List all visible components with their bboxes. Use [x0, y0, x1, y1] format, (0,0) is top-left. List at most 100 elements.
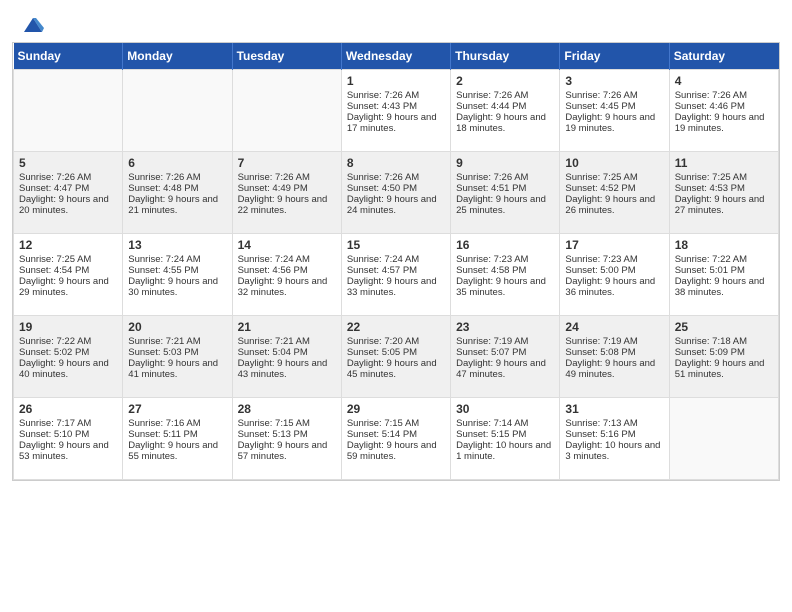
daylight-label: Daylight: 9 hours and 26 minutes. — [565, 194, 655, 216]
day-number: 16 — [456, 238, 554, 252]
sunrise-label: Sunrise: 7:15 AM — [347, 418, 419, 429]
sunset-label: Sunset: 5:14 PM — [347, 429, 417, 440]
sunrise-label: Sunrise: 7:23 AM — [456, 254, 528, 265]
sunset-label: Sunset: 5:04 PM — [238, 347, 308, 358]
day-cell-28: 28 Sunrise: 7:15 AM Sunset: 5:13 PM Dayl… — [232, 398, 341, 480]
day-number: 21 — [238, 320, 336, 334]
sunrise-label: Sunrise: 7:20 AM — [347, 336, 419, 347]
daylight-label: Daylight: 10 hours and 1 minute. — [456, 440, 551, 462]
calendar-header-row: SundayMondayTuesdayWednesdayThursdayFrid… — [14, 43, 779, 70]
day-cell-27: 27 Sunrise: 7:16 AM Sunset: 5:11 PM Dayl… — [123, 398, 232, 480]
day-number: 15 — [347, 238, 445, 252]
sunset-label: Sunset: 4:54 PM — [19, 265, 89, 276]
sunrise-label: Sunrise: 7:25 AM — [19, 254, 91, 265]
sunrise-label: Sunrise: 7:18 AM — [675, 336, 747, 347]
day-header-sunday: Sunday — [14, 43, 123, 70]
daylight-label: Daylight: 9 hours and 47 minutes. — [456, 358, 546, 380]
calendar-week-row: 1 Sunrise: 7:26 AM Sunset: 4:43 PM Dayli… — [14, 70, 779, 152]
day-number: 13 — [128, 238, 226, 252]
sunset-label: Sunset: 5:09 PM — [675, 347, 745, 358]
sunset-label: Sunset: 5:13 PM — [238, 429, 308, 440]
day-number: 4 — [675, 74, 773, 88]
sunset-label: Sunset: 5:15 PM — [456, 429, 526, 440]
sunset-label: Sunset: 4:46 PM — [675, 101, 745, 112]
sunrise-label: Sunrise: 7:19 AM — [565, 336, 637, 347]
sunset-label: Sunset: 5:05 PM — [347, 347, 417, 358]
day-number: 5 — [19, 156, 117, 170]
daylight-label: Daylight: 9 hours and 20 minutes. — [19, 194, 109, 216]
header — [0, 0, 792, 42]
day-header-tuesday: Tuesday — [232, 43, 341, 70]
daylight-label: Daylight: 9 hours and 19 minutes. — [675, 112, 765, 134]
day-number: 28 — [238, 402, 336, 416]
sunset-label: Sunset: 5:07 PM — [456, 347, 526, 358]
daylight-label: Daylight: 9 hours and 19 minutes. — [565, 112, 655, 134]
day-cell-26: 26 Sunrise: 7:17 AM Sunset: 5:10 PM Dayl… — [14, 398, 123, 480]
daylight-label: Daylight: 9 hours and 55 minutes. — [128, 440, 218, 462]
daylight-label: Daylight: 9 hours and 29 minutes. — [19, 276, 109, 298]
sunrise-label: Sunrise: 7:26 AM — [565, 90, 637, 101]
logo — [20, 16, 44, 32]
day-cell-5: 5 Sunrise: 7:26 AM Sunset: 4:47 PM Dayli… — [14, 152, 123, 234]
daylight-label: Daylight: 9 hours and 53 minutes. — [19, 440, 109, 462]
sunset-label: Sunset: 4:48 PM — [128, 183, 198, 194]
day-number: 27 — [128, 402, 226, 416]
sunrise-label: Sunrise: 7:26 AM — [456, 172, 528, 183]
day-number: 20 — [128, 320, 226, 334]
sunset-label: Sunset: 4:58 PM — [456, 265, 526, 276]
sunset-label: Sunset: 4:43 PM — [347, 101, 417, 112]
day-number: 14 — [238, 238, 336, 252]
day-header-monday: Monday — [123, 43, 232, 70]
day-number: 10 — [565, 156, 663, 170]
daylight-label: Daylight: 9 hours and 18 minutes. — [456, 112, 546, 134]
day-number: 11 — [675, 156, 773, 170]
daylight-label: Daylight: 9 hours and 17 minutes. — [347, 112, 437, 134]
day-cell-19: 19 Sunrise: 7:22 AM Sunset: 5:02 PM Dayl… — [14, 316, 123, 398]
day-number: 3 — [565, 74, 663, 88]
daylight-label: Daylight: 9 hours and 49 minutes. — [565, 358, 655, 380]
day-cell-9: 9 Sunrise: 7:26 AM Sunset: 4:51 PM Dayli… — [451, 152, 560, 234]
daylight-label: Daylight: 9 hours and 35 minutes. — [456, 276, 546, 298]
sunrise-label: Sunrise: 7:26 AM — [456, 90, 528, 101]
sunset-label: Sunset: 4:44 PM — [456, 101, 526, 112]
day-number: 23 — [456, 320, 554, 334]
day-cell-11: 11 Sunrise: 7:25 AM Sunset: 4:53 PM Dayl… — [669, 152, 778, 234]
daylight-label: Daylight: 9 hours and 45 minutes. — [347, 358, 437, 380]
sunrise-label: Sunrise: 7:26 AM — [19, 172, 91, 183]
sunset-label: Sunset: 5:01 PM — [675, 265, 745, 276]
day-cell-18: 18 Sunrise: 7:22 AM Sunset: 5:01 PM Dayl… — [669, 234, 778, 316]
day-cell-12: 12 Sunrise: 7:25 AM Sunset: 4:54 PM Dayl… — [14, 234, 123, 316]
sunset-label: Sunset: 4:56 PM — [238, 265, 308, 276]
sunset-label: Sunset: 4:53 PM — [675, 183, 745, 194]
sunrise-label: Sunrise: 7:24 AM — [347, 254, 419, 265]
day-number: 25 — [675, 320, 773, 334]
day-number: 7 — [238, 156, 336, 170]
day-number: 1 — [347, 74, 445, 88]
sunrise-label: Sunrise: 7:25 AM — [565, 172, 637, 183]
day-cell-24: 24 Sunrise: 7:19 AM Sunset: 5:08 PM Dayl… — [560, 316, 669, 398]
sunset-label: Sunset: 5:00 PM — [565, 265, 635, 276]
day-number: 9 — [456, 156, 554, 170]
sunrise-label: Sunrise: 7:22 AM — [675, 254, 747, 265]
day-cell-3: 3 Sunrise: 7:26 AM Sunset: 4:45 PM Dayli… — [560, 70, 669, 152]
day-cell-8: 8 Sunrise: 7:26 AM Sunset: 4:50 PM Dayli… — [341, 152, 450, 234]
sunset-label: Sunset: 5:10 PM — [19, 429, 89, 440]
sunset-label: Sunset: 5:16 PM — [565, 429, 635, 440]
day-cell-29: 29 Sunrise: 7:15 AM Sunset: 5:14 PM Dayl… — [341, 398, 450, 480]
sunrise-label: Sunrise: 7:25 AM — [675, 172, 747, 183]
sunrise-label: Sunrise: 7:24 AM — [128, 254, 200, 265]
sunrise-label: Sunrise: 7:22 AM — [19, 336, 91, 347]
empty-cell — [14, 70, 123, 152]
day-number: 19 — [19, 320, 117, 334]
sunset-label: Sunset: 4:51 PM — [456, 183, 526, 194]
day-cell-31: 31 Sunrise: 7:13 AM Sunset: 5:16 PM Dayl… — [560, 398, 669, 480]
day-cell-1: 1 Sunrise: 7:26 AM Sunset: 4:43 PM Dayli… — [341, 70, 450, 152]
day-number: 29 — [347, 402, 445, 416]
day-cell-7: 7 Sunrise: 7:26 AM Sunset: 4:49 PM Dayli… — [232, 152, 341, 234]
sunrise-label: Sunrise: 7:26 AM — [128, 172, 200, 183]
day-header-thursday: Thursday — [451, 43, 560, 70]
day-number: 31 — [565, 402, 663, 416]
day-cell-30: 30 Sunrise: 7:14 AM Sunset: 5:15 PM Dayl… — [451, 398, 560, 480]
empty-cell — [669, 398, 778, 480]
sunset-label: Sunset: 4:49 PM — [238, 183, 308, 194]
